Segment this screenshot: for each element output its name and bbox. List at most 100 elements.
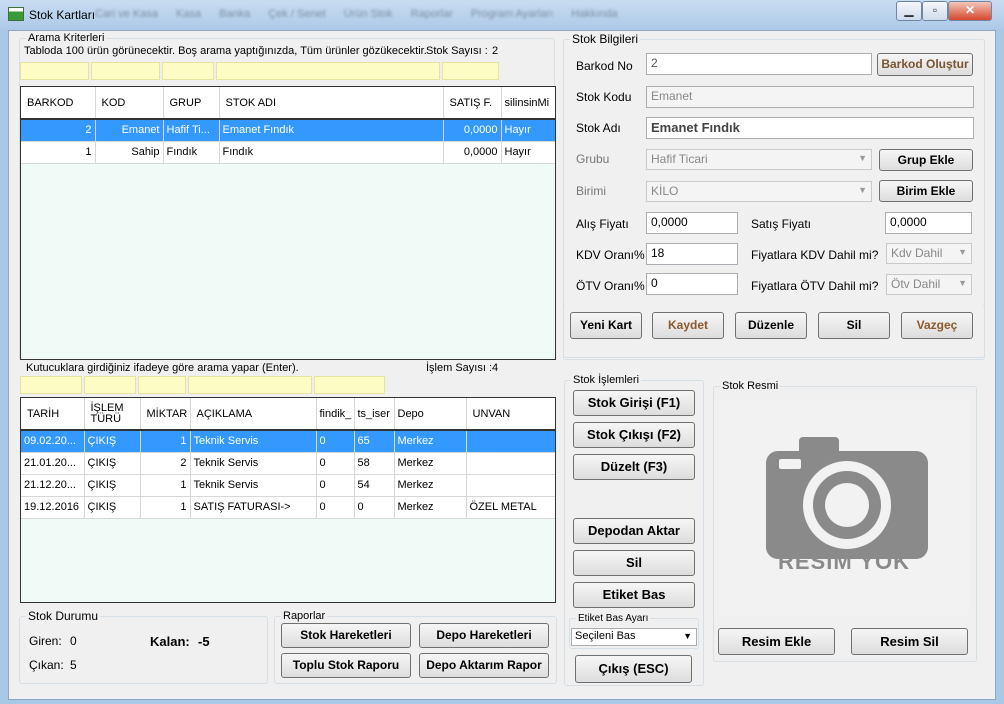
cell[interactable]: Emanet: [95, 119, 164, 142]
cell[interactable]: 0: [316, 430, 355, 453]
menu-item[interactable]: Hakkında: [571, 8, 617, 24]
stock-code-input[interactable]: Emanet: [646, 86, 974, 108]
cell[interactable]: 58: [354, 452, 395, 475]
kdv-included-select[interactable]: Kdv Dahil ▼: [886, 243, 972, 264]
cell[interactable]: ÇIKIŞ: [84, 474, 141, 497]
cell[interactable]: ÇIKIŞ: [84, 496, 141, 519]
unit-select[interactable]: KİLO ▼: [646, 181, 872, 202]
table-row[interactable]: 19.12.2016 ÇIKIŞ 1 SATIŞ FATURASI-> 0 0 …: [21, 496, 555, 519]
cell[interactable]: 65: [354, 430, 395, 453]
stock-in-button[interactable]: Stok Girişi (F1): [573, 390, 695, 416]
cell[interactable]: Hayır: [501, 141, 555, 164]
filter-depot-input[interactable]: [314, 376, 385, 394]
maximize-button[interactable]: ▫: [922, 1, 948, 21]
col-header[interactable]: MİKTAR: [140, 398, 191, 431]
depot-moves-button[interactable]: Depo Hareketleri: [419, 623, 549, 648]
cell[interactable]: 09.02.20...: [21, 430, 85, 453]
cell[interactable]: 0: [354, 496, 395, 519]
cell[interactable]: Teknik Servis: [190, 474, 317, 497]
table-row[interactable]: 21.12.20... ÇIKIŞ 1 Teknik Servis 0 54 M…: [21, 474, 555, 497]
cell[interactable]: [466, 452, 555, 475]
save-button[interactable]: Kaydet: [652, 312, 724, 339]
sell-price-input[interactable]: 0,0000: [885, 212, 972, 234]
cell[interactable]: 21.12.20...: [21, 474, 85, 497]
cell[interactable]: Emanet Fındık: [219, 119, 444, 142]
cell[interactable]: Teknik Servis: [190, 430, 317, 453]
col-header[interactable]: ts_iser: [354, 398, 395, 431]
cell[interactable]: Merkez: [394, 496, 467, 519]
add-unit-button[interactable]: Birim Ekle: [879, 180, 973, 202]
add-image-button[interactable]: Resim Ekle: [718, 628, 835, 655]
exit-button[interactable]: Çıkış (ESC): [575, 655, 692, 683]
filter-barcode-input[interactable]: [20, 62, 89, 80]
col-header[interactable]: AÇIKLAMA: [190, 398, 317, 431]
cell[interactable]: 54: [354, 474, 395, 497]
depot-transfer-report-button[interactable]: Depo Aktarım Rapor: [419, 653, 549, 678]
cell[interactable]: Teknik Servis: [190, 452, 317, 475]
cell[interactable]: 0,0000: [443, 119, 502, 142]
cell[interactable]: [466, 430, 555, 453]
stock-moves-button[interactable]: Stok Hareketleri: [281, 623, 411, 648]
col-header[interactable]: SATIŞ F.: [443, 87, 502, 120]
cell[interactable]: 1: [21, 141, 96, 164]
buy-price-input[interactable]: 0,0000: [646, 212, 738, 234]
add-group-button[interactable]: Grup Ekle: [879, 149, 973, 171]
cell[interactable]: Merkez: [394, 474, 467, 497]
cell[interactable]: ÇIKIŞ: [84, 430, 141, 453]
col-header[interactable]: findik_: [316, 398, 355, 431]
menu-item[interactable]: Banka: [219, 8, 250, 24]
cell[interactable]: 2: [21, 119, 96, 142]
table-row[interactable]: 1 Sahip Fındık Fındık 0,0000 Hayır: [21, 141, 555, 164]
stock-name-input[interactable]: Emanet Fındık: [646, 117, 974, 139]
filter-type-input[interactable]: [84, 376, 136, 394]
table-row[interactable]: 09.02.20... ÇIKIŞ 1 Teknik Servis 0 65 M…: [21, 430, 555, 453]
col-header[interactable]: TARİH: [21, 398, 85, 431]
group-select[interactable]: Hafif Ticari ▼: [646, 149, 872, 170]
menu-item[interactable]: Kasa: [176, 8, 201, 24]
fix-button[interactable]: Düzelt (F3): [573, 454, 695, 480]
col-header[interactable]: silinsinMi: [501, 87, 555, 120]
otv-included-select[interactable]: Ötv Dahil ▼: [886, 274, 972, 295]
cell[interactable]: Fındık: [219, 141, 444, 164]
menu-item[interactable]: Çek / Senet: [268, 8, 325, 24]
print-mode-select[interactable]: Seçileni Bas ▼: [571, 628, 697, 646]
kdv-rate-input[interactable]: 18: [646, 243, 738, 265]
menu-item[interactable]: Ürün Stok: [344, 8, 393, 24]
cell[interactable]: [466, 474, 555, 497]
col-header[interactable]: Depo: [394, 398, 467, 431]
cell[interactable]: 21.01.20...: [21, 452, 85, 475]
filter-group-input[interactable]: [162, 62, 214, 80]
cell[interactable]: 0: [316, 474, 355, 497]
delete-card-button[interactable]: Sil: [818, 312, 890, 339]
table-row[interactable]: 2 Emanet Hafif Ti... Emanet Fındık 0,000…: [21, 119, 555, 142]
cell[interactable]: Merkez: [394, 430, 467, 453]
menu-item[interactable]: Raporlar: [411, 8, 453, 24]
cell[interactable]: Merkez: [394, 452, 467, 475]
cell[interactable]: Hayır: [501, 119, 555, 142]
edit-button[interactable]: Düzenle: [735, 312, 807, 339]
cell[interactable]: ÖZEL METAL: [466, 496, 555, 519]
filter-desc-input[interactable]: [188, 376, 312, 394]
col-header[interactable]: GRUP: [163, 87, 220, 120]
cell[interactable]: 0,0000: [443, 141, 502, 164]
depot-transfer-button[interactable]: Depodan Aktar: [573, 518, 695, 544]
menu-bar[interactable]: Cari ve Kasa Kasa Banka Çek / Senet Ürün…: [95, 8, 715, 24]
filter-date-input[interactable]: [20, 376, 82, 394]
cell[interactable]: ÇIKIŞ: [84, 452, 141, 475]
moves-table[interactable]: TARİH İŞLEM TÜRÜ MİKTAR AÇIKLAMA findik_…: [20, 397, 556, 603]
menu-item[interactable]: Cari ve Kasa: [95, 8, 158, 24]
cell[interactable]: 1: [140, 430, 191, 453]
close-button[interactable]: ✕: [948, 1, 992, 21]
generate-barcode-button[interactable]: Barkod Oluştur: [877, 53, 973, 76]
ops-delete-button[interactable]: Sil: [573, 550, 695, 576]
products-table[interactable]: BARKOD KOD GRUP STOK ADI SATIŞ F. silins…: [20, 86, 556, 360]
cell[interactable]: Fındık: [163, 141, 220, 164]
col-header[interactable]: UNVAN: [466, 398, 555, 431]
stock-out-button[interactable]: Stok Çıkışı (F2): [573, 422, 695, 448]
new-card-button[interactable]: Yeni Kart: [570, 312, 642, 339]
cell[interactable]: 1: [140, 474, 191, 497]
cell[interactable]: Hafif Ti...: [163, 119, 220, 142]
cell[interactable]: 0: [316, 496, 355, 519]
barcode-input[interactable]: 2: [646, 53, 872, 75]
filter-code-input[interactable]: [91, 62, 160, 80]
